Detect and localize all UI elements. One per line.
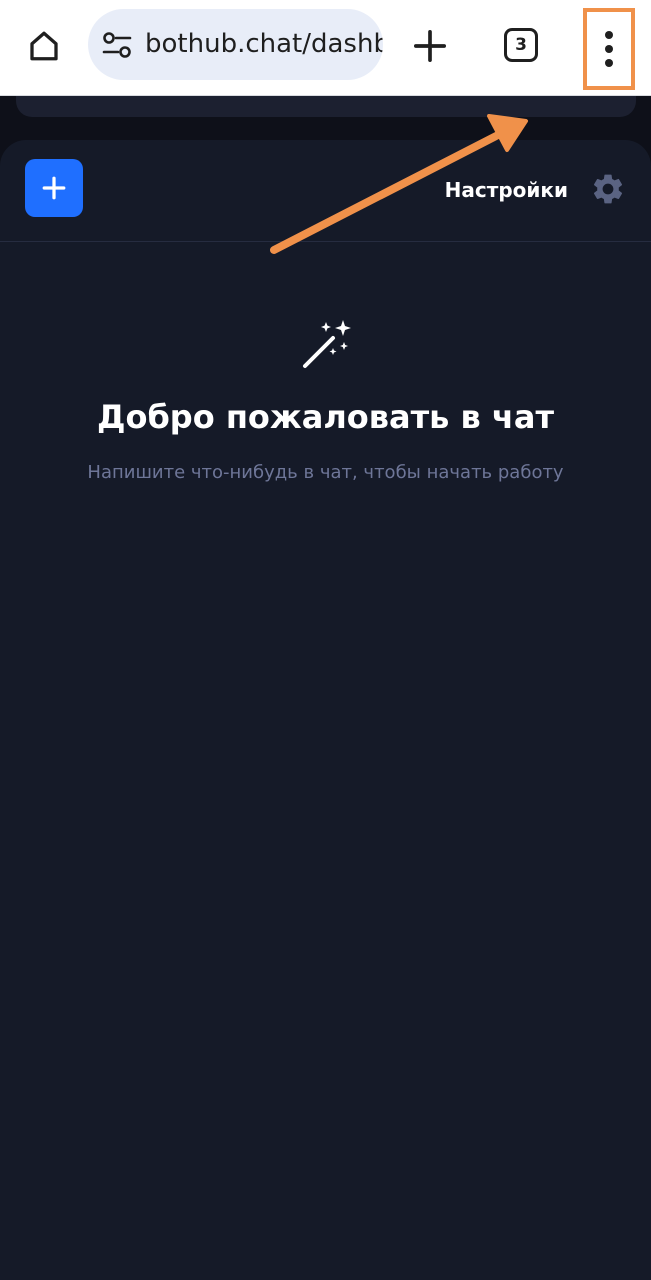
chat-panel-header: Настройки (0, 140, 651, 242)
welcome-title: Добро пожаловать в чат (96, 398, 555, 436)
home-icon (30, 31, 58, 61)
tab-count: 3 (515, 34, 527, 55)
tune-icon[interactable] (102, 31, 132, 59)
browser-menu-button[interactable] (583, 8, 635, 90)
welcome-subtitle: Напишите что-нибудь в чат, чтобы начать … (87, 462, 564, 483)
new-tab-button[interactable] (406, 22, 454, 70)
tab-switcher-button[interactable]: 3 (504, 28, 538, 62)
browser-toolbar: bothub.chat/dashboard 3 (0, 0, 651, 96)
plus-icon (413, 29, 447, 63)
chat-panel: Настройки Добро пожаловать в чат Напишит… (0, 140, 651, 1280)
more-vert-icon (605, 31, 613, 39)
home-button[interactable] (20, 22, 68, 70)
new-chat-button[interactable] (25, 159, 83, 217)
address-bar[interactable]: bothub.chat/dashboard (88, 9, 383, 80)
settings-label[interactable]: Настройки (445, 176, 568, 204)
url-text: bothub.chat/dashboard (145, 29, 383, 59)
gear-icon[interactable] (590, 171, 626, 207)
plus-icon (42, 176, 66, 200)
top-card (16, 96, 636, 117)
magic-wand-icon (303, 320, 351, 368)
